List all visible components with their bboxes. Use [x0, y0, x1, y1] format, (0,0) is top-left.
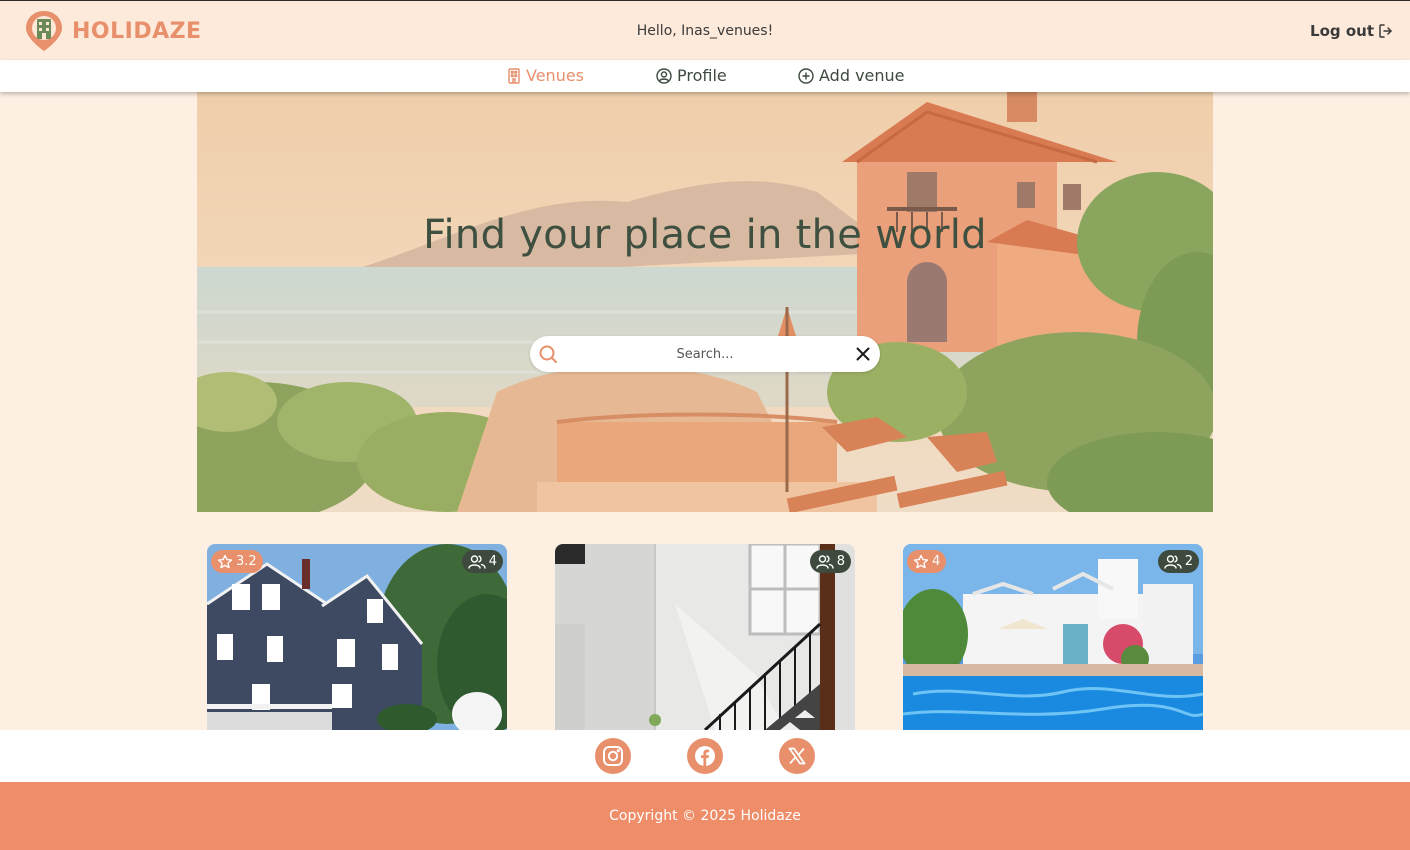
logout-icon — [1379, 24, 1392, 38]
star-icon — [913, 554, 929, 568]
search-input[interactable] — [570, 344, 840, 364]
hero-title: Find your place in the world — [423, 212, 987, 258]
star-icon — [217, 554, 233, 568]
facebook-button[interactable] — [687, 738, 723, 774]
facebook-icon — [695, 746, 715, 766]
footer: Copyright © 2025 Holidaze — [0, 782, 1410, 850]
search-icon[interactable] — [538, 344, 558, 364]
search-bar — [530, 336, 880, 372]
close-icon[interactable] — [854, 345, 872, 363]
rating-value: 3.2 — [236, 554, 257, 569]
main-nav: Venues Profile Add venue — [0, 60, 1410, 92]
users-icon — [816, 554, 834, 569]
venue-card[interactable]: 3.2 4 — [207, 544, 507, 730]
social-links — [0, 730, 1410, 782]
header: HOLIDAZE Hello, Inas_venues! Log out — [0, 0, 1410, 60]
venue-card[interactable]: 8 — [555, 544, 855, 730]
rating-value: 4 — [932, 554, 941, 569]
greeting-text: Hello, Inas_venues! — [636, 23, 774, 39]
logout-label: Log out — [1310, 22, 1374, 40]
x-button[interactable] — [779, 738, 815, 774]
guests-value: 2 — [1184, 554, 1193, 569]
hero-illustration — [197, 92, 1213, 512]
plus-circle-icon — [798, 67, 814, 84]
instagram-icon — [603, 746, 623, 766]
instagram-button[interactable] — [595, 738, 631, 774]
venue-card[interactable]: 4 2 — [903, 544, 1203, 730]
guests-value: 4 — [488, 554, 497, 569]
guests-value: 8 — [836, 554, 845, 569]
users-icon — [468, 554, 486, 569]
nav-item-venues[interactable]: Venues — [507, 66, 584, 85]
nav-label-venues: Venues — [526, 66, 585, 85]
logout-button[interactable]: Log out — [1310, 22, 1394, 40]
copyright-text: Copyright © 2025 Holidaze — [609, 808, 801, 824]
users-icon — [1164, 554, 1182, 569]
x-icon — [788, 747, 806, 765]
hero-banner: Find your place in the world — [197, 92, 1213, 512]
nav-label-profile: Profile — [677, 66, 727, 85]
venue-image — [903, 544, 1203, 730]
guests-badge: 4 — [461, 550, 503, 573]
guests-badge: 8 — [809, 550, 851, 573]
nav-label-add-venue: Add venue — [819, 66, 905, 85]
nav-item-profile[interactable]: Profile — [656, 66, 727, 85]
rating-badge: 3.2 — [211, 550, 263, 573]
user-circle-icon — [656, 67, 672, 84]
nav-item-add-venue[interactable]: Add venue — [798, 66, 905, 85]
rating-badge: 4 — [907, 550, 947, 573]
venue-image — [555, 544, 855, 730]
building-icon — [508, 67, 520, 84]
guests-badge: 2 — [1157, 550, 1199, 573]
